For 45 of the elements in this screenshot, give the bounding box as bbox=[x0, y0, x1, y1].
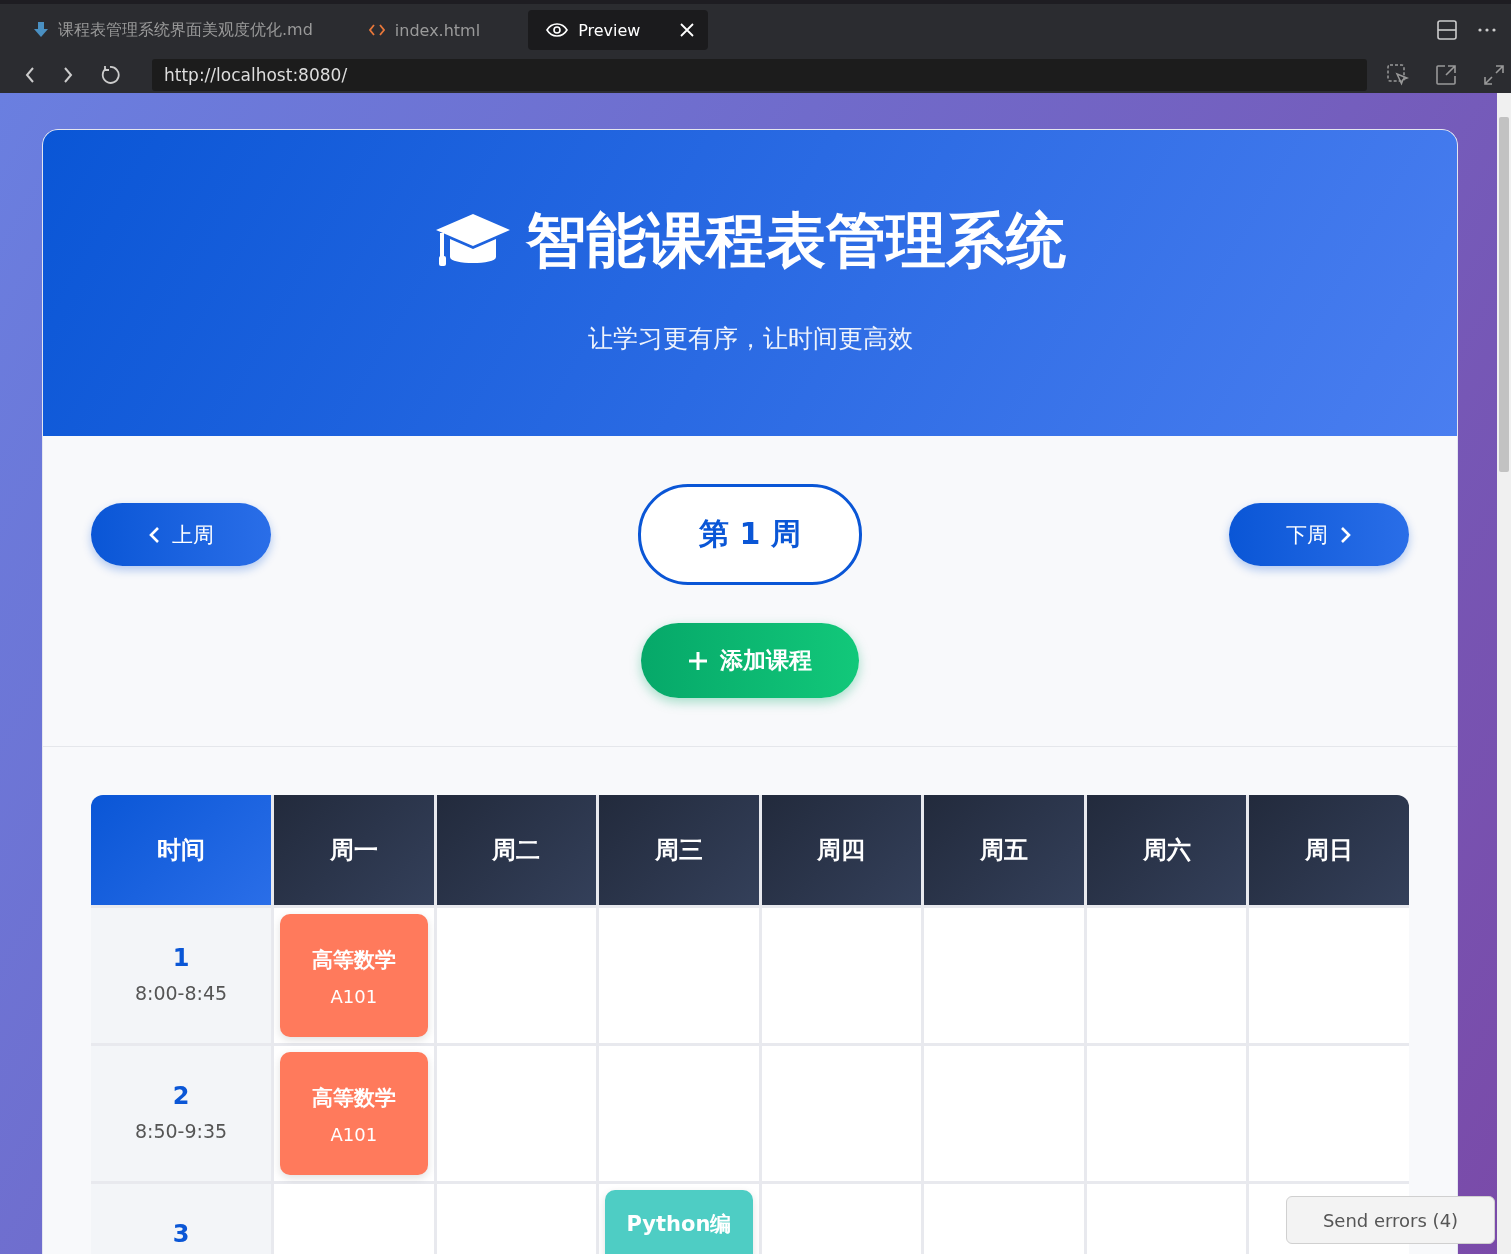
period-time: 8:50-9:35 bbox=[134, 1120, 228, 1142]
course-name: 高等数学 bbox=[311, 1085, 396, 1112]
back-icon[interactable] bbox=[24, 66, 36, 83]
app-subtitle: 让学习更有序，让时间更高效 bbox=[587, 323, 913, 355]
editor-tab[interactable]: index.html bbox=[360, 10, 499, 50]
chevron-left-icon bbox=[148, 525, 160, 544]
external-link-icon[interactable] bbox=[1435, 63, 1457, 86]
next-week-button[interactable]: 下周 bbox=[1229, 503, 1409, 566]
column-header: 时间 bbox=[91, 795, 271, 905]
column-header: 周二 bbox=[436, 795, 597, 905]
course-room: A101 bbox=[330, 986, 378, 1007]
column-header: 周五 bbox=[924, 795, 1084, 905]
download-arrow-icon bbox=[34, 22, 48, 38]
reload-icon[interactable] bbox=[100, 64, 120, 85]
app-title: 智能课程表管理系统 bbox=[526, 204, 1066, 277]
current-week-label: 第 1 周 bbox=[638, 484, 862, 585]
column-header: 周四 bbox=[761, 795, 922, 905]
address-field[interactable]: http://localhost:8080/ bbox=[152, 58, 1367, 91]
previous-week-button[interactable]: 上周 bbox=[91, 503, 271, 566]
column-header: 周日 bbox=[1249, 795, 1409, 905]
period-number: 1 bbox=[172, 944, 190, 972]
column-header: 周六 bbox=[1086, 795, 1247, 905]
period-number: 3 bbox=[172, 1220, 190, 1248]
add-course-button[interactable]: 添加课程 bbox=[641, 623, 859, 698]
plus-icon bbox=[688, 650, 708, 671]
editor-tab[interactable]: 课程表管理系统界面美观度优化.md bbox=[26, 10, 331, 50]
code-icon bbox=[368, 24, 385, 36]
course-name: 高等数学 bbox=[311, 947, 396, 974]
forward-icon[interactable] bbox=[62, 66, 74, 83]
select-element-icon[interactable] bbox=[1387, 63, 1409, 86]
more-icon[interactable] bbox=[1477, 27, 1497, 33]
period-number: 2 bbox=[172, 1082, 190, 1110]
eye-icon bbox=[546, 23, 569, 37]
scrollbar-thumb[interactable] bbox=[1499, 117, 1509, 472]
split-layout-icon[interactable] bbox=[1437, 20, 1457, 40]
close-icon[interactable] bbox=[680, 23, 695, 37]
course-name: Python编 bbox=[626, 1211, 732, 1238]
column-header: 周三 bbox=[599, 795, 759, 905]
send-errors-button[interactable]: Send errors (4) bbox=[1286, 1196, 1495, 1244]
editor-tab[interactable]: Preview bbox=[528, 10, 709, 50]
expand-icon[interactable] bbox=[1483, 63, 1505, 86]
period-time: 8:00-8:45 bbox=[134, 982, 228, 1004]
course-room: A101 bbox=[330, 1124, 378, 1145]
column-header: 周一 bbox=[274, 795, 434, 905]
chevron-right-icon bbox=[1340, 525, 1352, 544]
